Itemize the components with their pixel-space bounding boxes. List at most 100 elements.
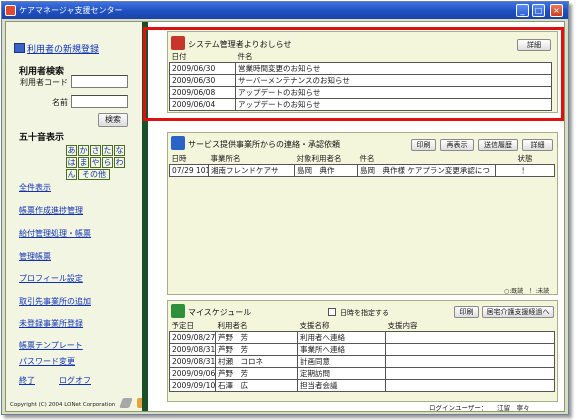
schedule-col-date: 予定日 <box>169 320 216 332</box>
schedule-support: 定期訪問 <box>297 367 386 380</box>
app-icon <box>5 5 16 16</box>
specify-date-checkbox[interactable] <box>328 308 336 316</box>
table-row[interactable]: 07/29 1019 湘南フレンドケアサ 島岡 典作 島岡 典作様 ケアプラン変… <box>169 164 555 177</box>
menu-report-progress[interactable]: 帳票作成進捗管理 <box>19 205 83 216</box>
service-detail-button[interactable]: 詳細 <box>522 139 553 151</box>
schedule-panel: マイスケジュール 日時を指定する 印刷 居宅介護支援経過へ 予定日 利用者名 支… <box>167 300 558 402</box>
table-row[interactable]: 2009/08/27 芦野 芳 利用者へ連絡 <box>169 331 555 344</box>
kana-ya-button[interactable]: や <box>90 157 101 168</box>
search-button[interactable]: 検索 <box>98 113 128 127</box>
schedule-date: 2009/08/31 <box>169 343 216 356</box>
table-row[interactable]: 2009/09/10 石澤 広 担当者会議 <box>169 379 555 392</box>
specify-date-label: 日時を指定する <box>340 309 389 317</box>
kana-ka-button[interactable]: か <box>78 145 89 156</box>
schedule-date: 2009/08/31 <box>169 355 216 368</box>
service-header-row: 日時 事業所名 対象利用者名 件名 状態 <box>169 153 555 165</box>
register-user-link[interactable]: 利用者の新規登録 <box>14 42 99 55</box>
schedule-user: 芦野 芳 <box>215 331 298 344</box>
menu-profile-settings[interactable]: プロフィール設定 <box>19 273 83 284</box>
sidebar: 利用者の新規登録 利用者検索 利用者コード 名前 検索 五十音表示 あ か さ … <box>6 22 147 411</box>
service-title: サービス提供事業所からの連絡・承認依頼 <box>188 140 340 149</box>
service-office: 湘南フレンドケアサ <box>208 164 295 177</box>
table-row[interactable]: 2009/08/31 芦野 芳 事業所へ連絡 <box>169 343 555 356</box>
schedule-content <box>385 355 555 368</box>
user-name-label: 名前 <box>52 98 68 107</box>
menu-report-templates[interactable]: 帳票テンプレート <box>19 340 83 351</box>
maximize-button[interactable]: □ <box>532 4 545 17</box>
minimize-button[interactable]: _ <box>516 4 529 17</box>
user-code-label: 利用者コード <box>20 78 68 87</box>
service-datetime: 07/29 1019 <box>169 164 209 177</box>
schedule-support: 計画同意 <box>297 355 386 368</box>
window-title: ケアマネージャ支援センター <box>19 6 123 15</box>
highlight-frame <box>143 27 564 121</box>
register-user-label: 利用者の新規登録 <box>27 45 100 55</box>
schedule-content <box>385 379 555 392</box>
user-code-input[interactable] <box>71 75 128 88</box>
user-search-heading: 利用者検索 <box>19 67 65 77</box>
service-col-user: 対象利用者名 <box>294 153 358 165</box>
service-refresh-button[interactable]: 再表示 <box>440 139 474 151</box>
schedule-content <box>385 367 555 380</box>
service-col-subject: 件名 <box>357 153 496 165</box>
schedule-support: 利用者へ連絡 <box>297 331 386 344</box>
menu-register-unlisted-office[interactable]: 未登録事業所登録 <box>19 318 83 329</box>
service-table: 日時 事業所名 対象利用者名 件名 状態 07/29 1019 湘南フレンドケア… <box>169 153 555 177</box>
service-col-status: 状態 <box>495 153 555 165</box>
service-subject: 島岡 典作様 ケアプラン変更承認につ <box>357 164 496 177</box>
kana-ma-button[interactable]: ま <box>78 157 89 168</box>
kana-other-button[interactable]: その他 <box>78 169 110 180</box>
schedule-table: 予定日 利用者名 支援名称 支援内容 2009/08/27 芦野 芳 利用者へ連… <box>169 320 555 392</box>
calendar-icon <box>171 304 185 318</box>
kana-sa-button[interactable]: さ <box>90 145 101 156</box>
kana-ta-button[interactable]: た <box>102 145 113 156</box>
close-button[interactable]: × <box>550 4 563 17</box>
menu-benefit-management[interactable]: 給付管理処理・帳票 <box>19 228 91 239</box>
read-status-legend: ○:既読 ！:未読 <box>504 288 550 295</box>
schedule-date: 2009/08/27 <box>169 331 216 344</box>
schedule-user: 石澤 広 <box>215 379 298 392</box>
schedule-date: 2009/09/06 <box>169 367 216 380</box>
schedule-col-user: 利用者名 <box>215 320 298 332</box>
user-name-input[interactable] <box>71 95 128 108</box>
kana-wa-button[interactable]: わ <box>114 157 125 168</box>
table-row[interactable]: 2009/09/06 芦野 芳 定期訪問 <box>169 367 555 380</box>
table-row[interactable]: 2009/08/31 村瀬 コロネ 計画同意 <box>169 355 555 368</box>
user-register-icon <box>14 43 25 53</box>
kana-na-button[interactable]: な <box>114 145 125 156</box>
kana-ra-button[interactable]: ら <box>102 157 113 168</box>
schedule-support: 事業所へ連絡 <box>297 343 386 356</box>
service-history-button[interactable]: 送信履歴 <box>478 139 518 151</box>
menu-add-partner-office[interactable]: 取引先事業所の追加 <box>19 296 91 307</box>
copyright-text: Copyright (C) 2004 LONet Corporation <box>10 402 116 408</box>
pen-icon <box>119 398 133 408</box>
login-user-label: ログインユーザー： 江留 寧々 <box>429 404 530 412</box>
service-print-button[interactable]: 印刷 <box>411 139 436 151</box>
schedule-content <box>385 331 555 344</box>
show-all-link[interactable]: 全件表示 <box>19 182 51 193</box>
schedule-user: 芦野 芳 <box>215 367 298 380</box>
schedule-col-content: 支援内容 <box>385 320 555 332</box>
title-bar[interactable]: ケアマネージャ支援センター _ □ × <box>2 2 568 19</box>
schedule-user: 芦野 芳 <box>215 343 298 356</box>
schedule-title: マイスケジュール <box>188 308 252 317</box>
menu-change-password[interactable]: パスワード変更 <box>19 356 75 367</box>
schedule-user: 村瀬 コロネ <box>215 355 298 368</box>
exit-link[interactable]: 終了 <box>19 375 35 386</box>
kana-ha-button[interactable]: は <box>66 157 77 168</box>
schedule-col-support: 支援名称 <box>297 320 386 332</box>
kana-index-heading: 五十音表示 <box>19 133 65 143</box>
menu-management-reports[interactable]: 管理帳票 <box>19 251 51 262</box>
kana-n-button[interactable]: ん <box>66 169 77 180</box>
schedule-content <box>385 343 555 356</box>
schedule-date: 2009/09/10 <box>169 379 216 392</box>
schedule-print-button[interactable]: 印刷 <box>454 306 479 318</box>
kana-a-button[interactable]: あ <box>66 145 77 156</box>
service-user: 島岡 典作 <box>294 164 358 177</box>
service-col-datetime: 日時 <box>169 153 209 165</box>
support-record-button[interactable]: 居宅介護支援経過へ <box>482 306 554 318</box>
message-icon <box>171 136 185 150</box>
service-col-office: 事業所名 <box>208 153 295 165</box>
logoff-link[interactable]: ログオフ <box>59 375 91 386</box>
service-panel: サービス提供事業所からの連絡・承認依頼 印刷 再表示 送信履歴 詳細 日時 事業… <box>167 132 558 295</box>
